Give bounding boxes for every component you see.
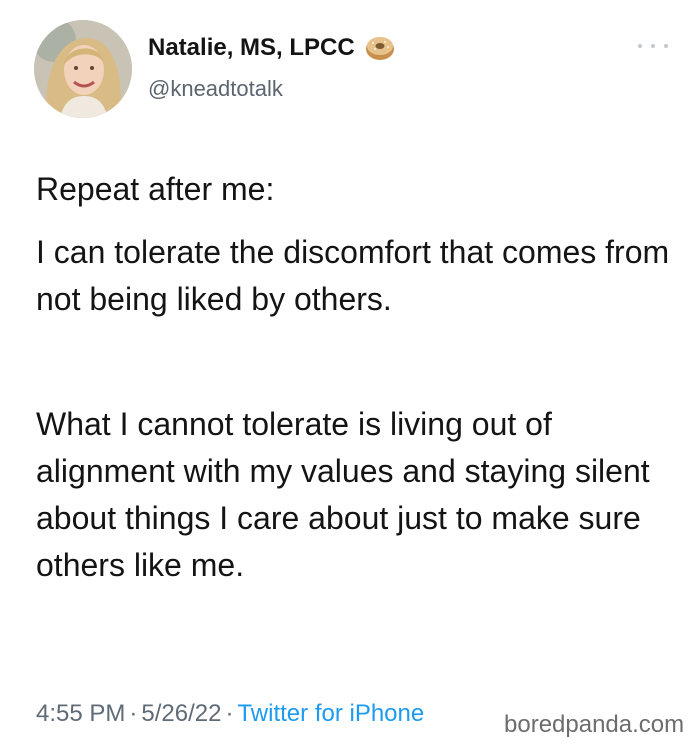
tweet-card: Natalie, MS, LPCC @kneadtotalk Repeat af… xyxy=(0,0,700,751)
tweet-date[interactable]: 5/26/22 xyxy=(141,700,221,727)
tweet-source-link[interactable]: Twitter for iPhone xyxy=(237,700,424,727)
author-display-name-row[interactable]: Natalie, MS, LPCC xyxy=(148,34,397,62)
author-display-name[interactable]: Natalie, MS, LPCC xyxy=(148,34,355,62)
author-handle[interactable]: @kneadtotalk xyxy=(148,76,283,102)
profile-photo-icon xyxy=(34,20,132,118)
more-options-icon[interactable] xyxy=(638,36,668,56)
tweet-meta: 4:55 PM · 5/26/22 · Twitter for iPhone xyxy=(36,700,424,728)
tweet-text-paragraph-3: What I cannot tolerate is living out of … xyxy=(36,406,650,583)
avatar[interactable] xyxy=(34,20,132,118)
bagel-emoji-icon xyxy=(363,34,397,62)
tweet-text-paragraph-2: I can tolerate the discomfort that comes… xyxy=(36,234,670,317)
boredpanda-watermark: boredpanda.com xyxy=(500,711,689,739)
tweet-time[interactable]: 4:55 PM xyxy=(36,700,125,727)
meta-separator-2: · xyxy=(225,700,234,727)
meta-separator: · xyxy=(129,700,138,727)
tweet-text-paragraph-1: Repeat after me: xyxy=(36,171,275,207)
